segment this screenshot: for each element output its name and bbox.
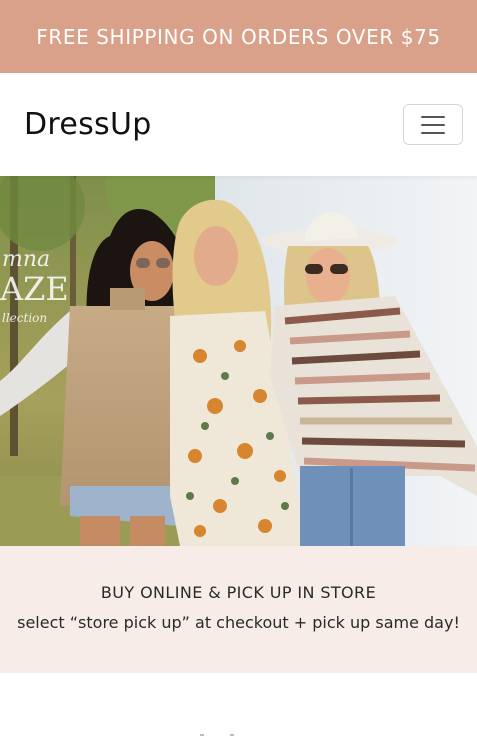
partial-content-mark bbox=[230, 734, 234, 736]
menu-toggle-button[interactable] bbox=[403, 104, 463, 145]
store-pickup-title: BUY ONLINE & PICK UP IN STORE bbox=[100, 582, 377, 602]
svg-text:AZE: AZE bbox=[0, 270, 69, 308]
free-shipping-banner: FREE SHIPPING ON ORDERS OVER $75 bbox=[0, 0, 477, 73]
store-pickup-banner: BUY ONLINE & PICK UP IN STORE select “st… bbox=[0, 546, 477, 673]
hero-photo: mna AZE llection bbox=[0, 176, 477, 546]
hero-image[interactable]: mna AZE llection bbox=[0, 176, 477, 546]
brand-logo[interactable]: DressUp bbox=[24, 107, 152, 142]
partial-content-mark bbox=[200, 734, 204, 736]
store-pickup-subtitle: select “store pick up” at checkout + pic… bbox=[17, 612, 460, 632]
hamburger-menu-icon bbox=[421, 115, 445, 118]
navbar: DressUp bbox=[0, 73, 477, 176]
svg-text:mna: mna bbox=[2, 247, 50, 272]
svg-text:llection: llection bbox=[2, 311, 47, 325]
content-spacer bbox=[0, 673, 477, 740]
free-shipping-text: FREE SHIPPING ON ORDERS OVER $75 bbox=[36, 24, 441, 49]
